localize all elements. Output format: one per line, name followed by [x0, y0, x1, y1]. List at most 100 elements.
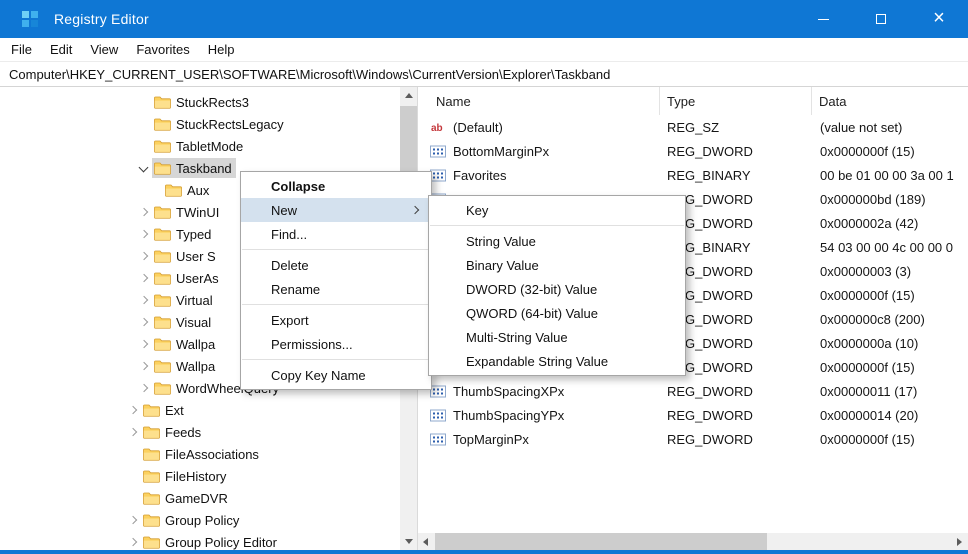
context-menu-item-copy-key-name[interactable]: Copy Key Name	[241, 363, 431, 387]
menubar-item-help[interactable]: Help	[199, 38, 244, 61]
menubar-item-view[interactable]: View	[81, 38, 127, 61]
chevron-collapsed-icon[interactable]	[125, 512, 141, 528]
tree-item-stuckrectslegacy[interactable]: StuckRectsLegacy	[0, 113, 400, 135]
chevron-expanded-icon[interactable]	[136, 160, 152, 176]
list-row-topmarginpx[interactable]: TopMarginPxREG_DWORD0x0000000f (15)	[418, 427, 968, 451]
tree-item-label: Wallpa	[176, 337, 215, 352]
folder-icon	[154, 206, 171, 219]
minimize-button[interactable]	[794, 0, 852, 38]
folder-icon	[154, 140, 171, 153]
tree-item-label: StuckRects3	[176, 95, 249, 110]
folder-icon	[154, 162, 171, 175]
list-horizontal-scrollbar[interactable]	[418, 533, 968, 550]
chevron-collapsed-icon[interactable]	[136, 226, 152, 242]
tree-item-ext[interactable]: Ext	[0, 399, 400, 421]
submenu-item-qword-64-bit-value[interactable]: QWORD (64-bit) Value	[429, 301, 685, 325]
value-data: 0x000000bd (189)	[812, 192, 968, 207]
list-row-thumbspacingxpx[interactable]: ThumbSpacingXPxREG_DWORD0x00000011 (17)	[418, 379, 968, 403]
folder-icon	[143, 536, 160, 549]
tree-item-label: FileHistory	[165, 469, 226, 484]
tree-item-filehistory[interactable]: FileHistory	[0, 465, 400, 487]
column-header-name[interactable]: Name	[418, 87, 660, 115]
chevron-collapsed-icon[interactable]	[136, 292, 152, 308]
chevron-collapsed-icon[interactable]	[136, 204, 152, 220]
maximize-icon	[876, 14, 886, 24]
context-menu-item-collapse[interactable]: Collapse	[241, 174, 431, 198]
tree-item-label: StuckRectsLegacy	[176, 117, 284, 132]
chevron-collapsed-icon[interactable]	[136, 314, 152, 330]
context-menu-item-label: Copy Key Name	[271, 368, 366, 383]
column-header-data[interactable]: Data	[812, 87, 968, 115]
window-bottom-border	[0, 550, 968, 554]
scroll-left-button[interactable]	[418, 533, 435, 550]
menubar-item-edit[interactable]: Edit	[41, 38, 81, 61]
address-bar[interactable]: Computer\HKEY_CURRENT_USER\SOFTWARE\Micr…	[0, 62, 968, 87]
tree-item-content: Visual	[152, 312, 215, 332]
folder-icon	[165, 184, 182, 197]
scroll-down-button[interactable]	[400, 533, 417, 550]
chevron-collapsed-icon[interactable]	[125, 424, 141, 440]
chevron-collapsed-icon[interactable]	[136, 336, 152, 352]
context-menu-item-find[interactable]: Find...	[241, 222, 431, 246]
list-row-thumbspacingypx[interactable]: ThumbSpacingYPxREG_DWORD0x00000014 (20)	[418, 403, 968, 427]
tree-item-label: User S	[176, 249, 216, 264]
list-row-default[interactable]: ab(Default)REG_SZ(value not set)	[418, 115, 968, 139]
value-data: 0x0000000f (15)	[812, 288, 968, 303]
tree-item-fileassociations[interactable]: FileAssociations	[0, 443, 400, 465]
menubar-item-file[interactable]: File	[2, 38, 41, 61]
tree-item-content: Typed	[152, 224, 215, 244]
tree-item-group-policy-editor[interactable]: Group Policy Editor	[0, 531, 400, 550]
minimize-icon	[818, 19, 829, 20]
value-name-cell: BottomMarginPx	[418, 144, 660, 159]
submenu-item-key[interactable]: Key	[429, 198, 685, 222]
folder-icon	[154, 294, 171, 307]
horizontal-scrollbar-thumb[interactable]	[435, 533, 767, 550]
title-bar[interactable]: Registry Editor ×	[0, 0, 968, 38]
tree-item-group-policy[interactable]: Group Policy	[0, 509, 400, 531]
value-name: BottomMarginPx	[453, 144, 549, 159]
value-data: 0x00000003 (3)	[812, 264, 968, 279]
submenu-item-dword-32-bit-value[interactable]: DWORD (32-bit) Value	[429, 277, 685, 301]
chevron-collapsed-icon[interactable]	[136, 248, 152, 264]
value-type: REG_SZ	[660, 120, 812, 135]
menu-separator	[242, 249, 430, 250]
folder-icon	[154, 250, 171, 263]
tree-item-content: Wallpa	[152, 334, 219, 354]
list-row-bottommarginpx[interactable]: BottomMarginPxREG_DWORD0x0000000f (15)	[418, 139, 968, 163]
context-menu-item-export[interactable]: Export	[241, 308, 431, 332]
chevron-collapsed-icon[interactable]	[136, 380, 152, 396]
menubar-item-favorites[interactable]: Favorites	[127, 38, 198, 61]
value-data: 0x0000000f (15)	[812, 360, 968, 375]
context-menu-item-label: Export	[271, 313, 309, 328]
submenu-item-string-value[interactable]: String Value	[429, 229, 685, 253]
context-menu-item-label: Permissions...	[271, 337, 353, 352]
context-menu-item-delete[interactable]: Delete	[241, 253, 431, 277]
submenu-item-binary-value[interactable]: Binary Value	[429, 253, 685, 277]
chevron-collapsed-icon[interactable]	[125, 534, 141, 550]
list-row-favorites[interactable]: FavoritesREG_BINARY00 be 01 00 00 3a 00 …	[418, 163, 968, 187]
close-button[interactable]: ×	[910, 0, 968, 38]
tree-item-label: Aux	[187, 183, 209, 198]
context-menu-item-new[interactable]: New	[241, 198, 431, 222]
folder-icon	[154, 360, 171, 373]
context-menu-item-permissions[interactable]: Permissions...	[241, 332, 431, 356]
context-menu-item-rename[interactable]: Rename	[241, 277, 431, 301]
maximize-button[interactable]	[852, 0, 910, 38]
tree-item-tabletmode[interactable]: TabletMode	[0, 135, 400, 157]
tree-item-feeds[interactable]: Feeds	[0, 421, 400, 443]
chevron-collapsed-icon[interactable]	[125, 402, 141, 418]
column-header-type[interactable]: Type	[660, 87, 812, 115]
submenu-item-expandable-string-value[interactable]: Expandable String Value	[429, 349, 685, 373]
tree-item-gamedvr[interactable]: GameDVR	[0, 487, 400, 509]
binary-value-icon	[430, 169, 446, 182]
scroll-right-button[interactable]	[951, 533, 968, 550]
menu-separator	[430, 225, 684, 226]
value-data: 0x00000011 (17)	[812, 384, 968, 399]
tree-item-stuckrects3[interactable]: StuckRects3	[0, 91, 400, 113]
chevron-collapsed-icon[interactable]	[136, 270, 152, 286]
chevron-collapsed-icon[interactable]	[136, 358, 152, 374]
string-value-icon: ab	[430, 121, 446, 134]
submenu-item-multi-string-value[interactable]: Multi-String Value	[429, 325, 685, 349]
tree-item-label: TWinUI	[176, 205, 219, 220]
scroll-up-button[interactable]	[400, 87, 417, 104]
